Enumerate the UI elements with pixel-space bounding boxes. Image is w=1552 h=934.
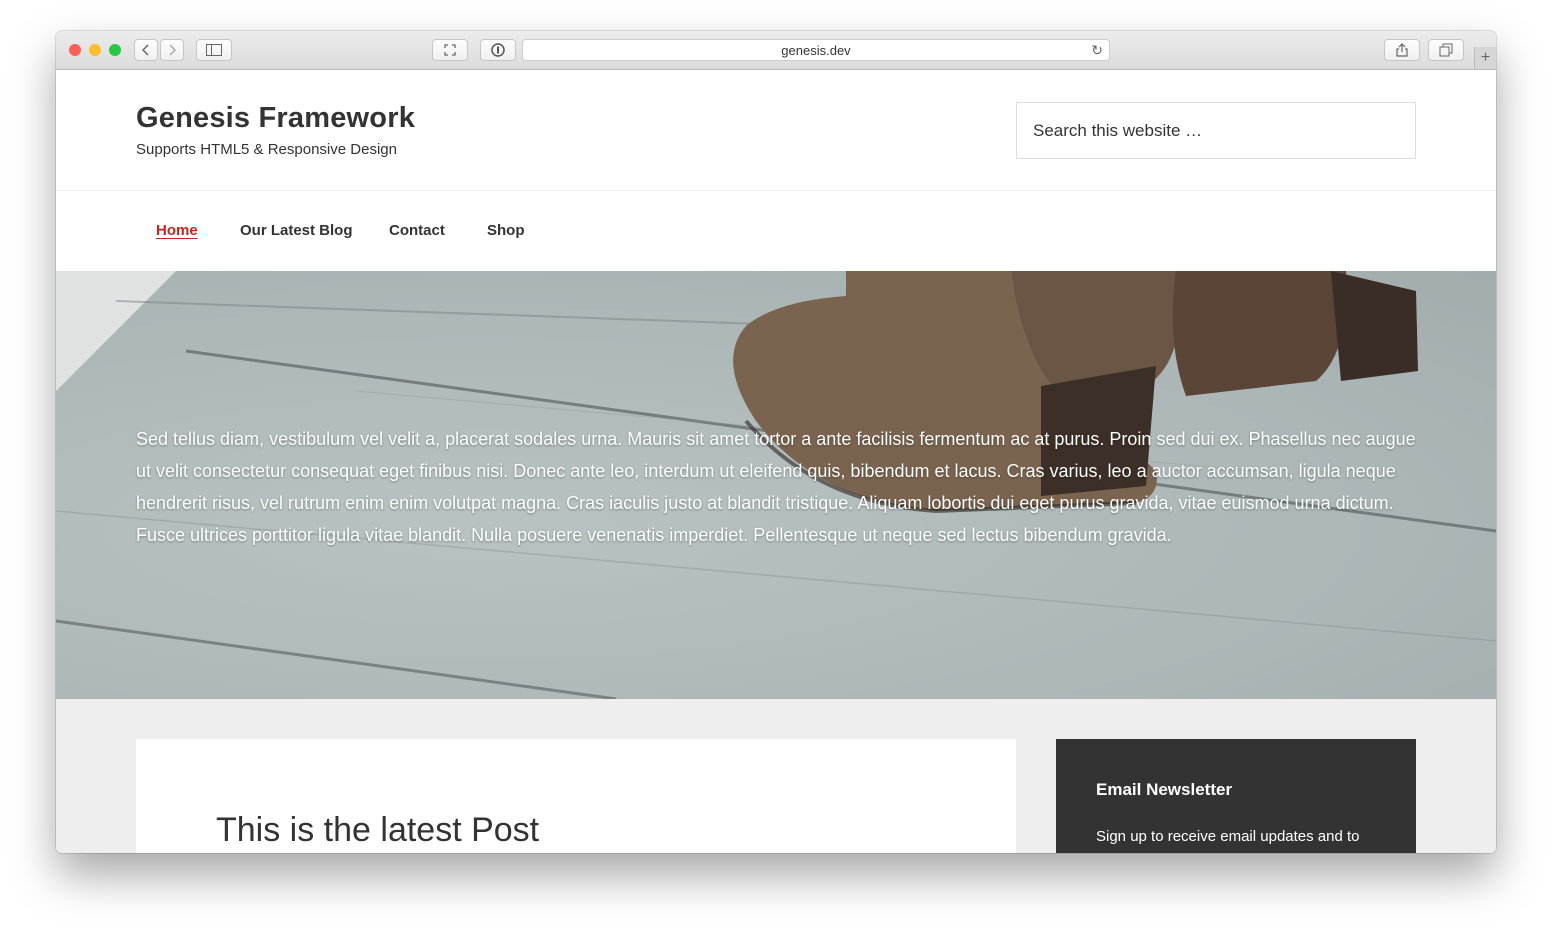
sidebar-icon [206, 44, 222, 56]
post-title[interactable]: This is the latest Post [216, 811, 539, 850]
forward-button[interactable] [160, 39, 184, 61]
content-area: This is the latest Post Email Newsletter… [56, 699, 1496, 853]
primary-nav: Home Our Latest Blog Contact Shop [56, 191, 1496, 271]
back-button[interactable] [134, 39, 158, 61]
url-text: genesis.dev [781, 42, 851, 58]
zoom-window-button[interactable] [109, 44, 121, 56]
nav-item-shop[interactable]: Shop [487, 222, 525, 239]
search-input[interactable] [1016, 102, 1416, 159]
nav-item-contact[interactable]: Contact [389, 222, 445, 239]
tabs-icon [1439, 43, 1453, 57]
forward-icon [169, 44, 176, 56]
tabs-button[interactable] [1428, 39, 1464, 61]
reader-icon [444, 44, 456, 56]
widget-text: Sign up to receive email updates and to [1096, 828, 1360, 845]
site-title[interactable]: Genesis Framework [136, 102, 415, 135]
password-icon [491, 43, 505, 57]
hero-text: Sed tellus diam, vestibulum vel velit a,… [136, 429, 1416, 545]
widget-title: Email Newsletter [1096, 780, 1233, 799]
password-button[interactable] [480, 39, 516, 61]
close-window-button[interactable] [69, 44, 81, 56]
browser-window: genesis.dev ↻ + Genesis Framework Suppor… [56, 31, 1496, 853]
browser-toolbar: genesis.dev ↻ + [56, 31, 1496, 70]
post-card: This is the latest Post [136, 739, 1016, 853]
plus-icon: + [1480, 49, 1491, 66]
nav-item-home[interactable]: Home [156, 222, 198, 239]
share-button[interactable] [1384, 39, 1420, 61]
new-tab-button[interactable]: + [1474, 47, 1496, 69]
sidebar-button[interactable] [196, 39, 232, 61]
reload-icon[interactable]: ↻ [1091, 42, 1103, 59]
hero-section: Sed tellus diam, vestibulum vel velit a,… [56, 271, 1496, 699]
site-header: Genesis Framework Supports HTML5 & Respo… [56, 70, 1496, 191]
web-page: Genesis Framework Supports HTML5 & Respo… [56, 70, 1496, 853]
nav-item-our-latest-blog[interactable]: Our Latest Blog [240, 222, 353, 239]
share-icon [1396, 43, 1408, 57]
reader-button[interactable] [432, 39, 468, 61]
address-bar[interactable]: genesis.dev ↻ [522, 39, 1110, 61]
site-description: Supports HTML5 & Responsive Design [136, 141, 397, 158]
newsletter-widget: Email Newsletter Sign up to receive emai… [1056, 739, 1416, 853]
back-icon [142, 44, 149, 56]
minimize-window-button[interactable] [89, 44, 101, 56]
